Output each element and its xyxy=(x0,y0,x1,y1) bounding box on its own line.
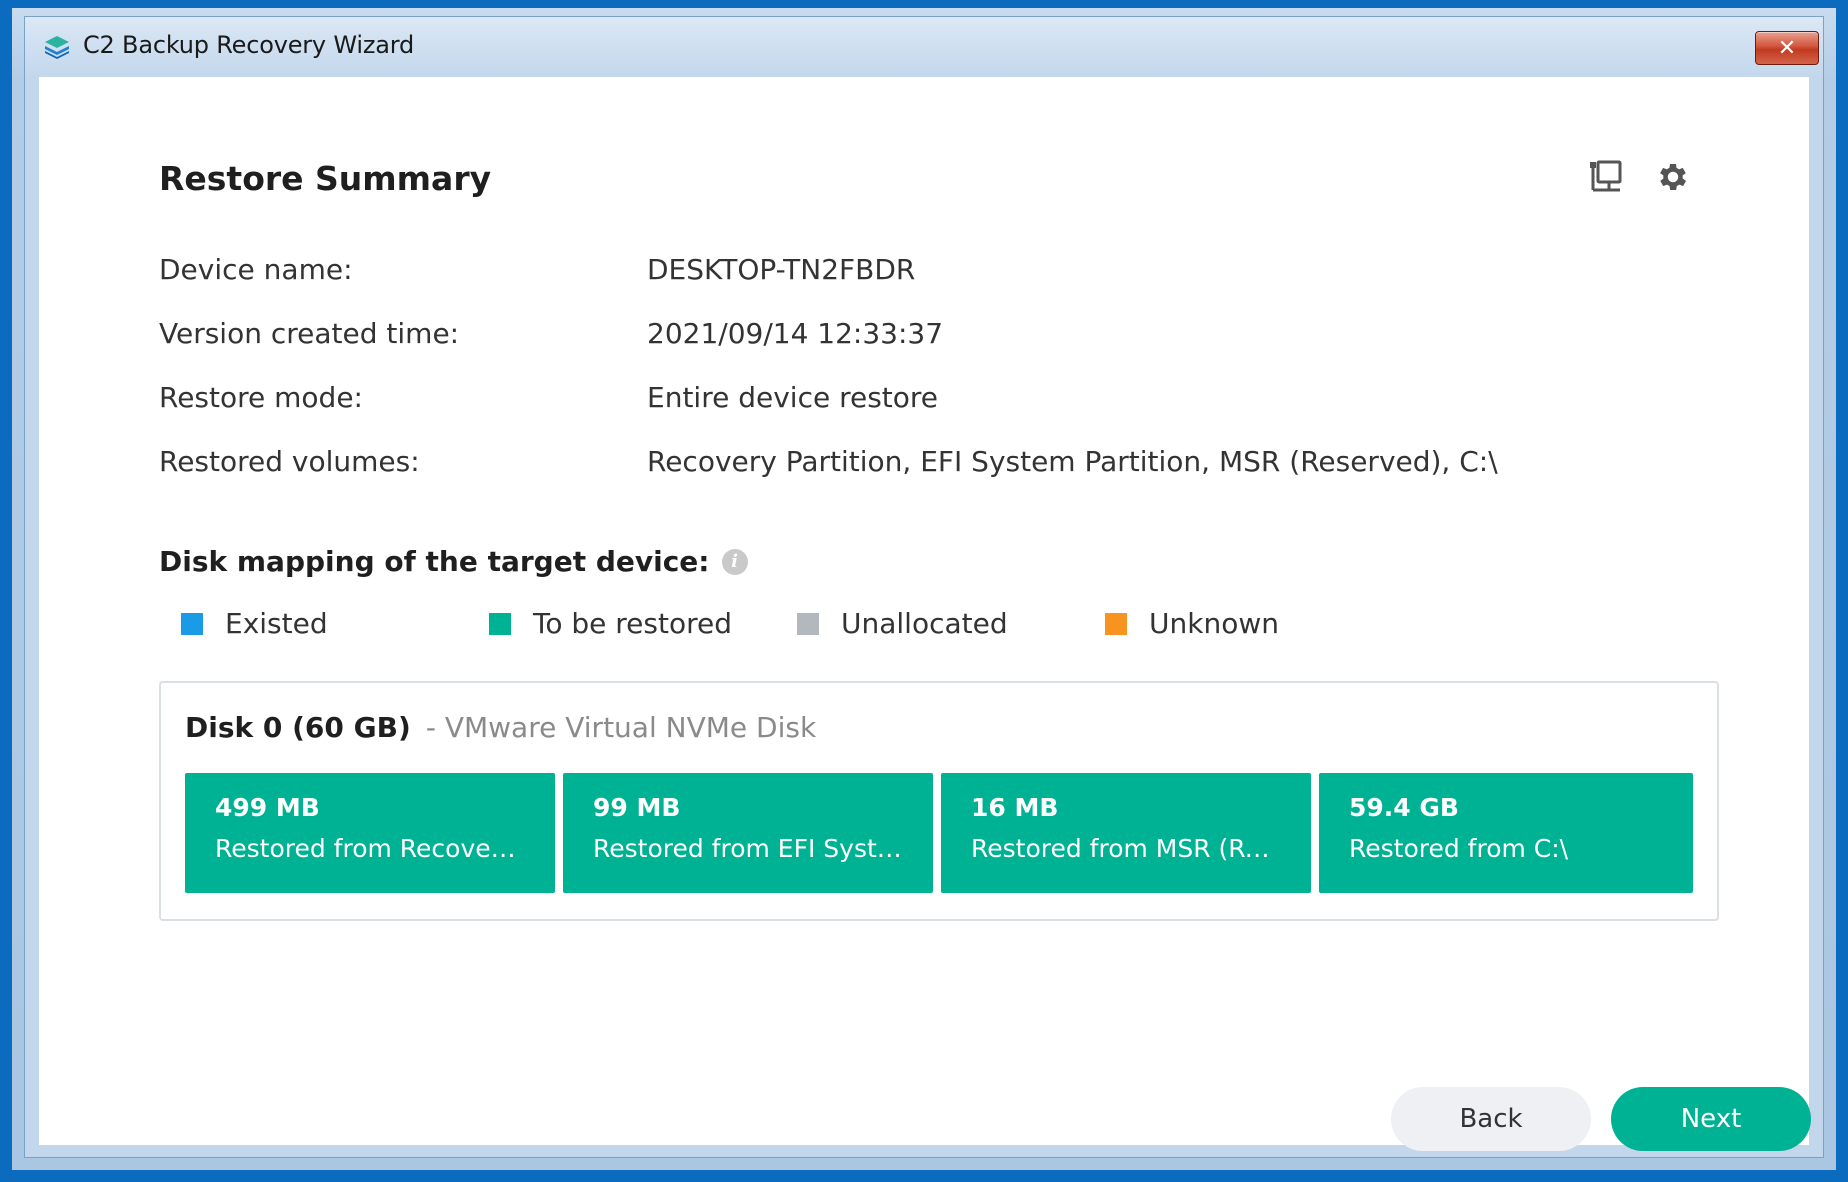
disk-card: Disk 0 (60 GB) - VMware Virtual NVMe Dis… xyxy=(159,681,1719,921)
info-row-device-name: Device name: DESKTOP-TN2FBDR xyxy=(159,237,1498,301)
title-bar[interactable]: C2 Backup Recovery Wizard ✕ xyxy=(25,17,1823,75)
app-window: C2 Backup Recovery Wizard ✕ Restore Summ… xyxy=(0,0,1848,1182)
partition-block[interactable]: 16 MB Restored from MSR (Res... xyxy=(941,773,1311,893)
network-icon[interactable] xyxy=(1585,157,1625,197)
legend-swatch xyxy=(181,612,203,635)
page-title: Restore Summary xyxy=(159,159,492,198)
info-value: Entire device restore xyxy=(647,380,939,414)
partition-size: 99 MB xyxy=(593,793,681,822)
app-logo-icon xyxy=(43,33,71,61)
window-title: C2 Backup Recovery Wizard xyxy=(83,31,415,59)
info-row-restore-mode: Restore mode: Entire device restore xyxy=(159,365,1498,429)
legend-item-unallocated: Unallocated xyxy=(797,607,1008,640)
gear-icon[interactable] xyxy=(1653,157,1693,197)
window-frame: C2 Backup Recovery Wizard ✕ Restore Summ… xyxy=(24,16,1824,1158)
legend-label: Existed xyxy=(225,607,328,640)
header-toolbar xyxy=(1585,157,1693,197)
info-value: 2021/09/14 12:33:37 xyxy=(647,316,944,350)
disk-header: Disk 0 (60 GB) - VMware Virtual NVMe Dis… xyxy=(185,711,816,744)
info-value: DESKTOP-TN2FBDR xyxy=(647,252,916,286)
info-row-version-time: Version created time: 2021/09/14 12:33:3… xyxy=(159,301,1498,365)
close-icon: ✕ xyxy=(1777,35,1797,61)
disk-mapping-label: Disk mapping of the target device: xyxy=(159,545,710,578)
legend-label: Unallocated xyxy=(841,607,1008,640)
partition-description: Restored from MSR (Res... xyxy=(971,834,1281,863)
partition-description: Restored from Recovery... xyxy=(215,834,525,863)
partition-description: Restored from EFI Syste... xyxy=(593,834,903,863)
legend-item-to-be-restored: To be restored xyxy=(489,607,732,640)
info-label: Version created time: xyxy=(159,316,460,350)
legend-label: Unknown xyxy=(1149,607,1279,640)
disk-name: Disk 0 (60 GB) xyxy=(185,711,411,744)
info-value: Recovery Partition, EFI System Partition… xyxy=(647,444,1498,478)
partition-bar: 499 MB Restored from Recovery... 99 MB R… xyxy=(185,773,1693,893)
partition-description: Restored from C:\ xyxy=(1349,834,1569,863)
partition-size: 16 MB xyxy=(971,793,1059,822)
legend-swatch xyxy=(489,612,511,635)
close-button[interactable]: ✕ xyxy=(1755,31,1819,65)
partition-size: 499 MB xyxy=(215,793,320,822)
partition-size: 59.4 GB xyxy=(1349,793,1459,822)
legend-label: To be restored xyxy=(533,607,732,640)
info-row-restored-volumes: Restored volumes: Recovery Partition, EF… xyxy=(159,429,1498,493)
legend-item-unknown: Unknown xyxy=(1105,607,1279,640)
info-label: Restored volumes: xyxy=(159,444,420,478)
disk-mapping-title: Disk mapping of the target device: i xyxy=(159,545,748,578)
partition-block[interactable]: 99 MB Restored from EFI Syste... xyxy=(563,773,933,893)
legend-swatch xyxy=(797,612,819,635)
disk-model: - VMware Virtual NVMe Disk xyxy=(425,711,817,744)
legend-swatch xyxy=(1105,612,1127,635)
restore-info: Device name: DESKTOP-TN2FBDR Version cre… xyxy=(159,237,1498,493)
wizard-content: Restore Summary Device name: DESKTOP-TN2… xyxy=(39,77,1811,1151)
info-label: Restore mode: xyxy=(159,380,363,414)
partition-block[interactable]: 59.4 GB Restored from C:\ xyxy=(1319,773,1693,893)
partition-block[interactable]: 499 MB Restored from Recovery... xyxy=(185,773,555,893)
info-label: Device name: xyxy=(159,252,353,286)
info-icon[interactable]: i xyxy=(721,548,748,575)
legend-item-existed: Existed xyxy=(181,607,328,640)
next-button[interactable]: Next xyxy=(1611,1087,1811,1151)
back-button[interactable]: Back xyxy=(1391,1087,1591,1151)
